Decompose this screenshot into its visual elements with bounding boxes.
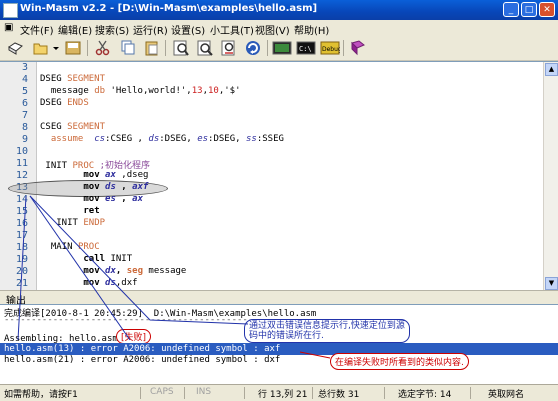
line-number: 20: [15, 266, 28, 277]
help-book-icon[interactable]: [349, 39, 367, 57]
line-number: 19: [15, 254, 28, 265]
code-line-8: CSEG SEGMENT: [40, 122, 106, 132]
output-panel[interactable]: 完成编译[2010-8-1 20:45:29] D:\Win-Masm\exam…: [0, 304, 558, 385]
double-click-annotation: 通过双击错误信息提示行,快速定位到源 码中的错误所在行.: [244, 319, 410, 343]
find-next-icon[interactable]: [196, 39, 214, 57]
status-mode: 英取网名: [488, 390, 525, 400]
open-icon[interactable]: [32, 39, 50, 57]
menu-bar: ▣ 文件(F) 编辑(E) 搜索(S) 运行(R) 设置(S) 小工具(T) 视…: [0, 20, 558, 37]
menu-tools[interactable]: 小工具(T): [210, 22, 254, 37]
minimize-button[interactable]: _: [503, 2, 519, 17]
line-number: 16: [15, 218, 28, 229]
code-editor[interactable]: 3 4 5 6 7 8 9 10 11 12 13 14 15 16 17 18…: [0, 61, 558, 291]
line-number: 7: [21, 110, 28, 121]
app-icon: [3, 3, 18, 18]
line-number: 11: [15, 158, 28, 169]
build-icon[interactable]: [272, 39, 292, 57]
status-ins: INS: [196, 387, 212, 397]
title-bar: Win-Masm v2.2 - [D:\Win-Masm\examples\he…: [0, 0, 558, 20]
line-number: 4: [21, 74, 28, 85]
line-number: 6: [21, 98, 28, 109]
error-line-2[interactable]: hello.asm(21) : error A2006: undefined s…: [4, 355, 280, 365]
code-line-12: mov ax ,dseg: [83, 170, 149, 180]
menu-file[interactable]: 文件(F): [20, 22, 54, 37]
status-bar: 如需帮助，请按F1 CAPS INS 行 13,列 21 总行数 31 选定字节…: [0, 384, 558, 401]
status-help: 如需帮助，请按F1: [4, 390, 78, 400]
new-icon[interactable]: [6, 39, 24, 57]
code-line-15: ret: [83, 206, 100, 216]
fail-info-annotation: 在编译失败时所看到的类似内容.: [330, 353, 469, 370]
svg-text:Debug: Debug: [322, 46, 340, 53]
menu-run[interactable]: 运行(R): [133, 22, 168, 37]
code-line-20: mov dx, seg message: [83, 266, 187, 276]
line-number: 17: [15, 230, 28, 241]
paste-icon[interactable]: [143, 39, 161, 57]
dropdown-arrow-icon[interactable]: [52, 39, 60, 57]
window-title: Win-Masm v2.2 - [D:\Win-Masm\examples\he…: [20, 3, 318, 14]
menu-settings[interactable]: 设置(S): [171, 22, 205, 37]
status-position: 行 13,列 21: [258, 390, 308, 400]
code-line-18: MAIN PROC: [40, 242, 100, 252]
status-selected-bytes: 选定字节: 14: [398, 390, 452, 400]
svg-text:C:\: C:\: [299, 45, 312, 53]
find-icon[interactable]: [172, 39, 190, 57]
debug-icon[interactable]: Debug: [320, 39, 342, 57]
close-button[interactable]: ✕: [539, 2, 555, 17]
line-number: 10: [15, 146, 28, 157]
status-total-lines: 总行数 31: [318, 390, 360, 400]
run-icon[interactable]: C:\: [296, 39, 316, 57]
output-panel-title: 输出: [0, 290, 558, 307]
fail-badge: [失败]: [116, 329, 152, 344]
line-number: 8: [21, 122, 28, 133]
line-number: 3: [21, 62, 28, 73]
menu-help[interactable]: 帮助(H): [294, 22, 329, 37]
error-line-1[interactable]: hello.asm(13) : error A2006: undefined s…: [4, 344, 280, 354]
save-icon[interactable]: [64, 39, 82, 57]
code-line-21: mov ds,dxf: [83, 278, 138, 288]
line-number: 5: [21, 86, 28, 97]
menu-edit[interactable]: 编辑(E): [58, 22, 92, 37]
menu-search[interactable]: 搜索(S): [95, 22, 129, 37]
replace-icon[interactable]: [220, 39, 238, 57]
line-number: 9: [21, 134, 28, 145]
code-line-19: call INIT: [83, 254, 133, 264]
scroll-down-arrow-icon[interactable]: ▼: [545, 277, 558, 290]
code-line-5: message db 'Hello,world!',13,10,'$': [40, 86, 241, 96]
code-line-9: assume cs:CSEG , ds:DSEG, es:DSEG, ss:SS…: [50, 134, 284, 144]
code-line-14: mov es , ax: [83, 194, 143, 204]
line-number: 18: [15, 242, 28, 253]
refresh-icon[interactable]: [244, 39, 262, 57]
toolbar: C:\ Debug: [0, 36, 558, 61]
code-line-4: DSEG SEGMENT: [40, 74, 106, 84]
status-caps: CAPS: [150, 387, 174, 397]
line-number: 21: [15, 278, 28, 289]
copy-icon[interactable]: [119, 39, 137, 57]
menu-doc-icon[interactable]: ▣: [4, 22, 13, 33]
line-number: 12: [15, 170, 28, 181]
menu-view[interactable]: 视图(V): [255, 22, 290, 37]
editor-scrollbar[interactable]: ▲ ▼: [543, 62, 558, 291]
cut-icon[interactable]: [94, 39, 112, 57]
code-line-6: DSEG ENDS: [40, 98, 89, 108]
scroll-up-arrow-icon[interactable]: ▲: [545, 63, 558, 76]
maximize-button[interactable]: □: [521, 2, 537, 17]
code-line-16: INIT ENDP: [40, 218, 106, 228]
line-number: 14: [15, 194, 28, 205]
line-number-gutter: 3 4 5 6 7 8 9 10 11 12 13 14 15 16 17 18…: [0, 62, 37, 291]
code-line-13: mov ds , axf: [83, 182, 149, 192]
line-number: 15: [15, 206, 28, 217]
